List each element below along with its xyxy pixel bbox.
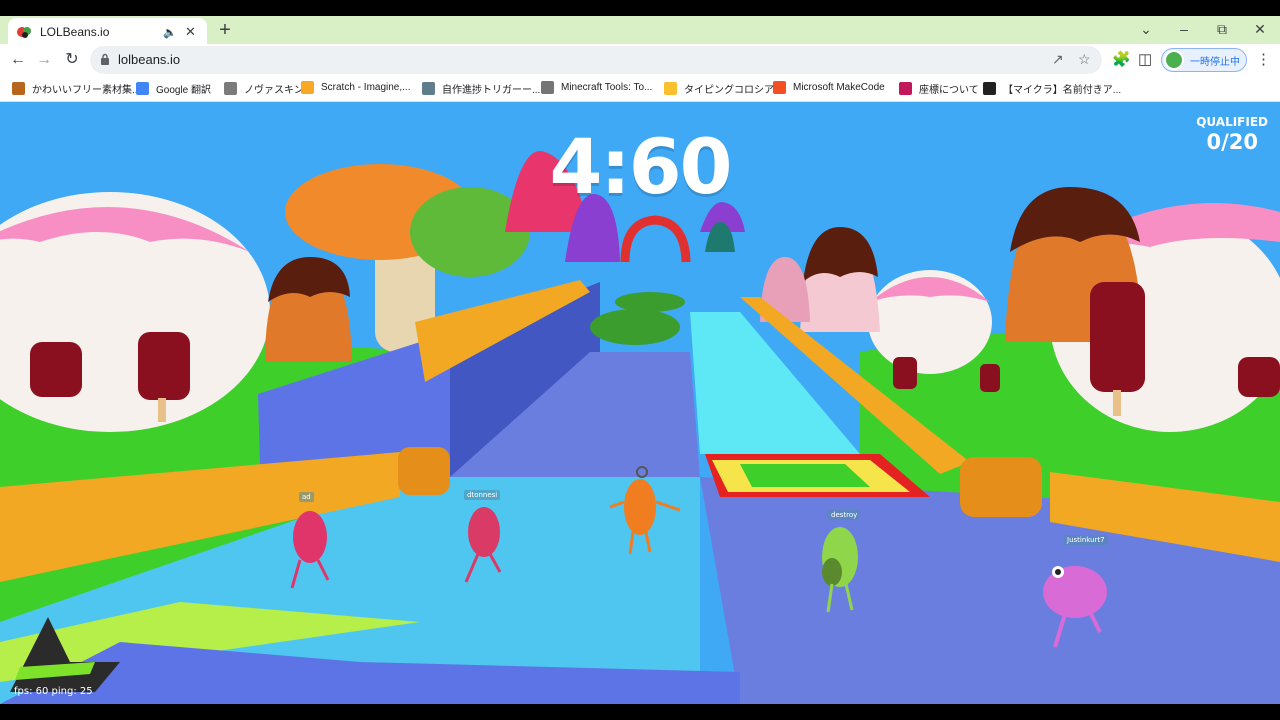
close-tab-icon[interactable]: ✕ (185, 24, 199, 40)
popsicle (1238, 357, 1280, 397)
forward-button[interactable]: → (32, 48, 56, 72)
avatar (1164, 50, 1184, 70)
speaker-icon[interactable]: 🔈 (163, 26, 177, 39)
tab-lolbeans[interactable]: LOLBeans.io 🔈 ✕ (8, 18, 207, 46)
new-tab-button[interactable]: + (214, 19, 236, 41)
popsicle (1090, 282, 1145, 392)
side-panel-icon[interactable]: ◫ (1138, 50, 1152, 68)
bookmark-item[interactable]: 座標について (899, 81, 979, 96)
popsicle-stick (158, 398, 166, 422)
bookmark-item[interactable]: かわいいフリー素材集... (12, 81, 140, 96)
bookmark-item[interactable]: Microsoft MakeCode (773, 81, 885, 94)
bottom-letterbox (0, 704, 1280, 720)
url-text: lolbeans.io (118, 52, 181, 67)
top-letterbox (0, 0, 1280, 16)
bookmark-favicon-icon (664, 82, 677, 95)
player-nametag: dtonnesi (464, 490, 501, 500)
bookmark-favicon-icon (136, 82, 149, 95)
bookmark-item[interactable]: 自作進捗トリガーー... (422, 81, 540, 96)
bookmark-item[interactable]: ノヴァスキン (224, 81, 304, 96)
address-bar[interactable]: lolbeans.io ↗ ☆ (90, 46, 1102, 74)
popsicle (893, 357, 917, 389)
player-nametag: destroy (828, 510, 861, 520)
share-icon[interactable]: ↗ (1052, 51, 1064, 68)
lolbeans-favicon-icon (16, 24, 32, 40)
bookmark-favicon-icon (12, 82, 25, 95)
browser-chrome: LOLBeans.io 🔈 ✕ + ⌄ – ⧉ ✕ ← → ↻ lolbeans… (0, 16, 1280, 102)
round-timer: 4:60 (549, 122, 732, 211)
hedge (615, 292, 685, 312)
tab-search-icon[interactable]: ⌄ (1127, 16, 1165, 44)
back-button[interactable]: ← (6, 48, 30, 72)
tab-title: LOLBeans.io (40, 25, 110, 39)
popsicle (980, 364, 1000, 392)
bookmark-favicon-icon (541, 81, 554, 94)
bookmark-item[interactable]: Minecraft Tools: To... (541, 81, 652, 94)
bookmarks-bar: かわいいフリー素材集... Google 翻訳 ノヴァスキン Scratch -… (0, 76, 1280, 102)
bookmark-favicon-icon (773, 81, 786, 94)
qualified-count: 0/20 (1206, 130, 1258, 154)
bookmark-favicon-icon (899, 82, 912, 95)
close-window-button[interactable]: ✕ (1241, 16, 1279, 44)
minimize-button[interactable]: – (1165, 16, 1203, 44)
extensions-icon[interactable]: 🧩 (1112, 50, 1131, 68)
bookmark-favicon-icon (983, 82, 996, 95)
fps-ping-readout: fps: 60 ping: 25 (14, 686, 93, 697)
rail-post (960, 457, 1042, 517)
game-viewport[interactable]: 4:60 QUALIFIED 0/20 ad dtonnesi destroy … (0, 102, 1280, 704)
bookmark-favicon-icon (224, 82, 237, 95)
bookmark-item[interactable]: タイピングコロシアム (664, 81, 783, 96)
popsicle (138, 332, 190, 400)
tab-strip: LOLBeans.io 🔈 ✕ + ⌄ – ⧉ ✕ (0, 16, 1280, 46)
menu-icon[interactable]: ⋮ (1256, 50, 1271, 68)
bookmark-favicon-icon (422, 82, 435, 95)
profile-label: 一時停止中 (1190, 56, 1240, 68)
rail-post (398, 447, 450, 495)
player-nametag: Justinkurt7 (1064, 535, 1108, 545)
popsicle (30, 342, 82, 397)
player-nametag: ad (299, 492, 314, 502)
bookmark-star-icon[interactable]: ☆ (1078, 51, 1091, 68)
bookmark-item[interactable]: 【マイクラ】名前付きア... (983, 81, 1121, 96)
profile-button[interactable]: 一時停止中 (1161, 48, 1247, 72)
hedge (590, 309, 680, 345)
popsicle-stick (1113, 390, 1121, 416)
bookmark-item[interactable]: Scratch - Imagine,... (301, 81, 410, 94)
restore-button[interactable]: ⧉ (1203, 16, 1241, 44)
bookmark-item[interactable]: Google 翻訳 (136, 81, 211, 96)
reload-button[interactable]: ↻ (60, 48, 84, 72)
bookmark-favicon-icon (301, 81, 314, 94)
lock-icon (101, 53, 109, 65)
toolbar: ← → ↻ lolbeans.io ↗ ☆ 🧩 ◫ 一時停止中 ⋮ (0, 44, 1280, 76)
qualified-label: QUALIFIED (1196, 115, 1268, 129)
